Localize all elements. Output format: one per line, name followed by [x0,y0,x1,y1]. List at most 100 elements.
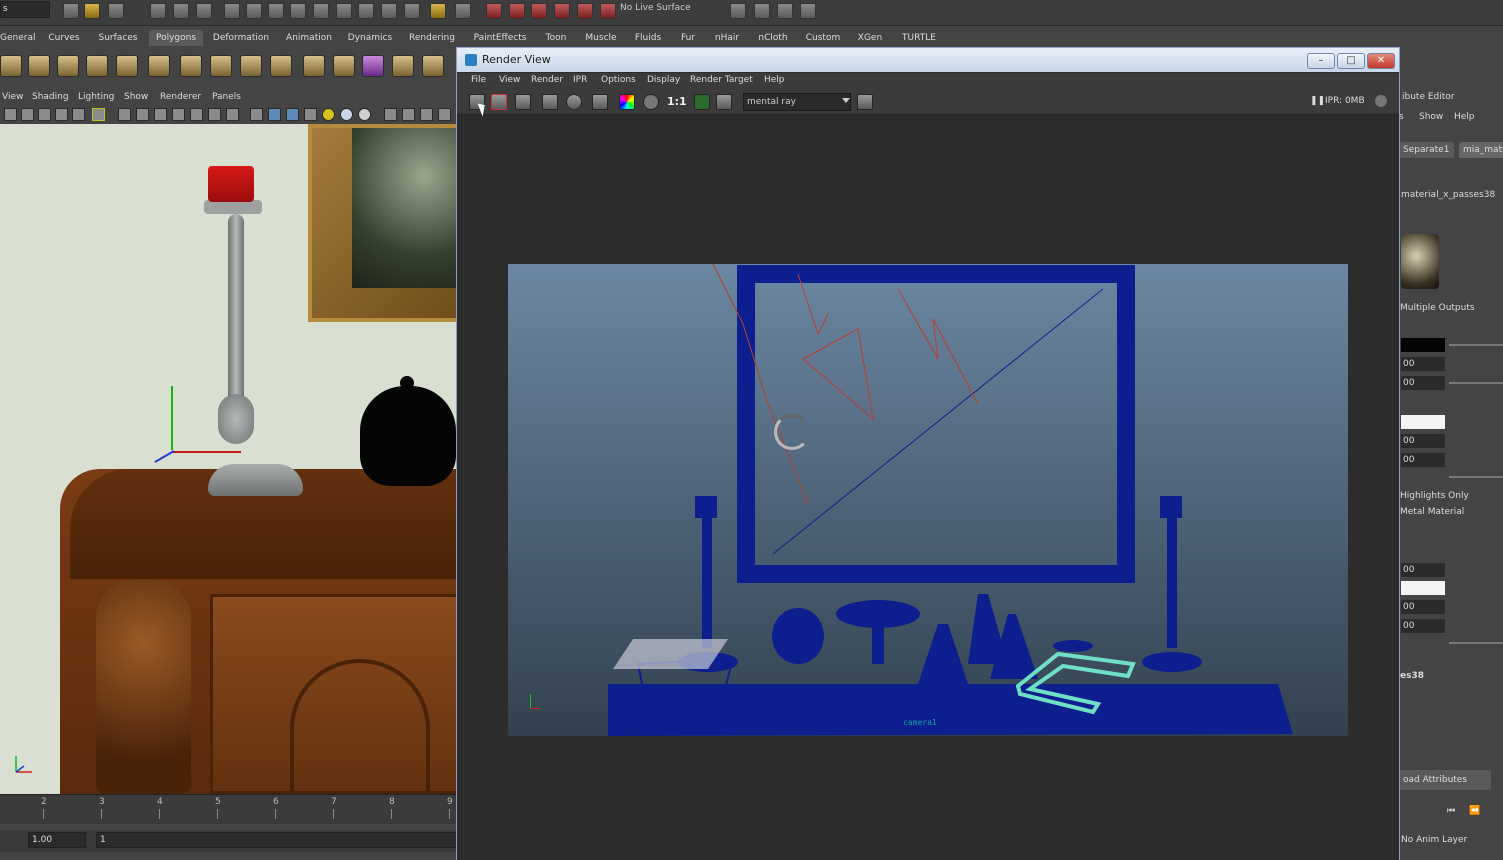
poly-cylinder-icon[interactable] [57,55,79,77]
refresh-icon[interactable] [566,94,582,110]
magnet-live-icon[interactable] [600,3,616,19]
wireframe-on-shaded-icon[interactable] [286,108,299,121]
move-manipulator-z[interactable] [154,450,175,463]
live-surface-label[interactable]: No Live Surface [620,3,691,13]
snap-curve-icon[interactable] [268,3,284,19]
lock-icon[interactable] [430,3,446,19]
attr-value-field[interactable]: 00 [1401,376,1445,390]
cabinet-scroll-carving[interactable] [96,579,191,794]
smooth-icon[interactable] [362,55,384,77]
separate-icon[interactable] [303,55,325,77]
render-settings-icon[interactable] [777,3,793,19]
attr-menu-help[interactable]: Help [1454,112,1475,122]
magnet-view-icon[interactable] [577,3,593,19]
rv-menu-view[interactable]: View [499,75,520,85]
color-field-white[interactable] [1401,581,1445,595]
metal-material-checkbox[interactable]: Metal Material [1400,507,1464,517]
tab-animation[interactable]: Animation [282,30,336,46]
image-plane-icon[interactable] [55,108,68,121]
snap-point-icon[interactable] [290,3,306,19]
mode-select[interactable]: s [0,1,50,18]
chevron-down-icon[interactable] [842,98,850,103]
frame-selected-icon[interactable] [92,108,105,121]
tab-surfaces[interactable]: Surfaces [94,30,142,46]
extract-icon[interactable] [333,55,355,77]
tab-turtle[interactable]: TURTLE [897,30,941,46]
rv-menu-options[interactable]: Options [601,75,636,85]
black-urn[interactable] [360,386,456,486]
render-frame-icon[interactable] [730,3,746,19]
step-back-icon[interactable]: ⏪ [1469,806,1480,816]
close-button[interactable]: ✕ [1367,53,1395,69]
range-start-field[interactable]: 1.00 [28,832,86,848]
ambient-occlusion-icon[interactable] [438,108,451,121]
rv-menu-file[interactable]: File [471,75,486,85]
attr-menu-show[interactable]: Show [1419,112,1443,122]
save-scene-icon[interactable] [108,3,124,19]
tab-nhair[interactable]: nHair [709,30,745,46]
move-manipulator-y[interactable] [171,386,173,450]
rv-menu-render[interactable]: Render [531,75,563,85]
safe-action-icon[interactable] [208,108,221,121]
paint-select-icon[interactable] [196,3,212,19]
tab-dynamics[interactable]: Dynamics [344,30,396,46]
attr-slider[interactable] [1449,642,1503,644]
attr-slider[interactable] [1449,344,1503,346]
history-icon[interactable] [358,3,374,19]
textured-icon[interactable] [304,108,317,121]
red-candle[interactable] [208,166,254,202]
camera-select-icon[interactable] [4,108,17,121]
gate-mask-icon[interactable] [172,108,185,121]
frame-all-icon[interactable] [72,108,85,121]
tab-xgen[interactable]: XGen [855,30,885,46]
field-chart-icon[interactable] [190,108,203,121]
ipr-render-icon[interactable] [491,94,507,110]
remove-image-icon[interactable] [716,94,732,110]
color-icon[interactable] [619,94,635,110]
isolate-icon[interactable] [402,108,415,121]
candlestick-base[interactable] [208,464,303,496]
tab-custom[interactable]: Custom [803,30,843,46]
attr-value-field[interactable]: 00 [1401,600,1445,614]
safe-title-icon[interactable] [226,108,239,121]
color-field-black[interactable] [1401,338,1445,352]
select-tool-icon[interactable] [150,3,166,19]
shadows-icon[interactable] [358,108,371,121]
attr-slider[interactable] [1449,382,1503,384]
tab-muscle[interactable]: Muscle [582,30,620,46]
viewport-menu-show[interactable]: Show [124,92,148,102]
wireframe-icon[interactable] [250,108,263,121]
open-scene-icon[interactable] [84,3,100,19]
magnet-icon[interactable] [486,3,502,19]
perspective-viewport[interactable] [0,124,456,794]
poly-soccer-icon[interactable] [240,55,262,77]
render-view-canvas[interactable]: camera1 [457,116,1399,860]
construction-icon[interactable] [381,3,397,19]
rv-menu-help[interactable]: Help [764,75,785,85]
time-slider[interactable]: 2 3 4 5 6 7 8 9 [0,794,458,824]
high-quality-icon[interactable] [420,108,433,121]
tab-general[interactable]: General [0,30,35,46]
attr-value-field[interactable]: 00 [1401,619,1445,633]
viewport-menu-lighting[interactable]: Lighting [78,92,114,102]
magnet-point-icon[interactable] [531,3,547,19]
attr-tab-separate1[interactable]: Separate1 [1399,142,1454,158]
real-size-button[interactable]: 1:1 [667,95,687,108]
viewport-menu-shading[interactable]: Shading [32,92,69,102]
snapshot-icon[interactable] [515,94,531,110]
attr-value-field[interactable]: 00 [1401,563,1445,577]
attr-tab-mia-material[interactable]: mia_mate [1459,142,1503,158]
anim-layer-select[interactable]: No Anim Layer [1401,835,1467,845]
attr-section-header[interactable]: es38 [1400,671,1424,681]
pause-icon[interactable]: ❚❚ [1310,96,1325,106]
keep-image-icon[interactable] [694,94,710,110]
tab-rendering[interactable]: Rendering [405,30,459,46]
tab-ncloth[interactable]: nCloth [753,30,793,46]
tab-curves[interactable]: Curves [44,30,84,46]
help-icon[interactable] [404,3,420,19]
tab-painteffects[interactable]: PaintEffects [469,30,531,46]
maximize-button[interactable]: □ [1337,53,1365,69]
poly-cone-icon[interactable] [86,55,108,77]
extrude-icon[interactable] [422,55,444,77]
rv-menu-ipr[interactable]: IPR [573,75,587,85]
